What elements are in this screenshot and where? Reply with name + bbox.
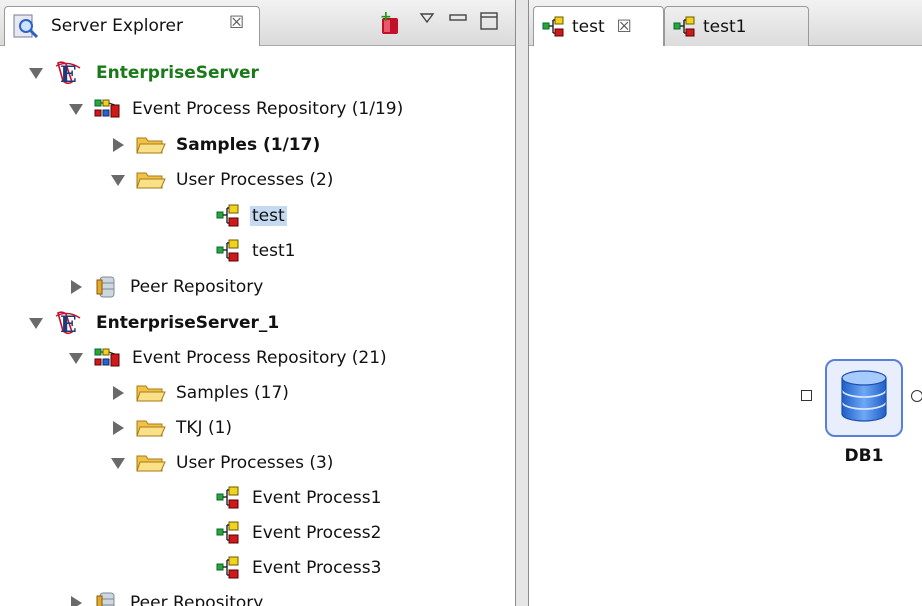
peer-repository-icon <box>94 275 120 299</box>
editor-view: test ☒ test1 DB1 <box>528 0 922 606</box>
expanded-arrow-icon[interactable] <box>110 453 126 473</box>
folder-icon <box>136 134 166 156</box>
tab-test-label: test <box>572 16 605 37</box>
tree-item-label: Event Process3 <box>252 558 382 578</box>
tree-item-label: Event Process Repository (21) <box>132 348 387 368</box>
folder-icon <box>136 417 166 439</box>
output-port[interactable] <box>911 390 922 402</box>
server-explorer-view: Server Explorer ☒ + E EnterpriseServer E… <box>0 0 516 606</box>
tree-item-label: EnterpriseServer_1 <box>96 313 280 333</box>
tree-item[interactable]: Event Process1 <box>190 481 383 515</box>
tree-item[interactable]: Peer Repository <box>68 270 265 304</box>
event-process-icon <box>216 556 242 580</box>
database-icon <box>838 368 890 429</box>
tree-item[interactable]: Event Process3 <box>190 551 383 585</box>
tree-item[interactable]: E EnterpriseServer <box>28 56 261 90</box>
tree-item-label: Peer Repository <box>130 277 264 297</box>
collapsed-arrow-icon[interactable] <box>110 418 126 438</box>
folder-icon <box>136 452 166 474</box>
repository-icon <box>94 98 122 120</box>
server-explorer-header: Server Explorer ☒ + <box>0 0 515 46</box>
tree-item-label: Event Process2 <box>252 523 382 543</box>
tree-item[interactable]: Event Process Repository (21) <box>68 341 389 375</box>
svg-text:+: + <box>380 10 392 25</box>
view-menu-icon[interactable] <box>418 10 436 35</box>
folder-icon <box>136 382 166 404</box>
tab-test1[interactable]: test1 <box>664 6 809 46</box>
tree-item[interactable]: test1 <box>190 234 297 268</box>
repository-icon <box>94 347 122 369</box>
collapsed-arrow-icon[interactable] <box>110 135 126 155</box>
tree-item[interactable]: Samples (17) <box>110 376 291 410</box>
server-explorer-tab[interactable]: Server Explorer ☒ <box>4 6 260 46</box>
new-server-icon[interactable]: + <box>376 9 404 41</box>
tree-item[interactable]: Samples (1/17) <box>110 128 322 162</box>
tree-item-label: Event Process1 <box>252 488 382 508</box>
event-process-icon <box>216 204 242 228</box>
editor-tab-bar: test ☒ test1 <box>529 0 922 46</box>
expanded-arrow-icon[interactable] <box>28 313 44 333</box>
event-process-icon <box>216 521 242 545</box>
tab-test[interactable]: test ☒ <box>533 6 664 46</box>
collapsed-arrow-icon[interactable] <box>110 383 126 403</box>
input-port[interactable] <box>801 390 812 401</box>
tree-item[interactable]: Event Process Repository (1/19) <box>68 92 405 126</box>
maximize-icon[interactable] <box>478 10 500 37</box>
event-process-icon <box>216 239 242 263</box>
tree-item[interactable]: E EnterpriseServer_1 <box>28 306 281 340</box>
tree-item[interactable]: User Processes (3) <box>110 446 335 480</box>
tree-item[interactable]: test <box>190 199 287 233</box>
enterprise-server-icon: E <box>54 310 86 336</box>
close-tab-icon[interactable]: ☒ <box>617 17 632 37</box>
peer-repository-icon <box>94 591 120 606</box>
tree-item[interactable]: Event Process2 <box>190 516 383 550</box>
view-sash[interactable] <box>516 0 528 606</box>
db-node-label: DB1 <box>844 446 884 466</box>
expanded-arrow-icon[interactable] <box>110 170 126 190</box>
tree-item-label: test1 <box>252 241 296 261</box>
minimize-icon[interactable] <box>448 10 468 35</box>
tree-item-label: Peer Repository <box>130 593 264 606</box>
tree-item-label: User Processes (3) <box>176 453 334 473</box>
expanded-arrow-icon[interactable] <box>28 63 44 83</box>
tree-item-label: Samples (17) <box>176 383 289 403</box>
enterprise-server-icon: E <box>54 60 86 86</box>
event-process-icon <box>216 486 242 510</box>
expanded-arrow-icon[interactable] <box>68 99 84 119</box>
collapsed-arrow-icon[interactable] <box>68 277 84 297</box>
folder-icon <box>136 169 166 191</box>
tree-item-label: test <box>250 206 287 226</box>
event-process-icon <box>542 16 566 38</box>
server-explorer-icon <box>13 14 43 45</box>
expanded-arrow-icon[interactable] <box>68 348 84 368</box>
tree-item-label: EnterpriseServer <box>96 63 259 83</box>
close-tab-icon[interactable]: ☒ <box>229 13 244 33</box>
server-explorer-title: Server Explorer <box>51 16 183 36</box>
tree-item-label: Event Process Repository (1/19) <box>132 99 404 119</box>
tree-item-label: TKJ (1) <box>176 418 233 438</box>
db-node[interactable] <box>825 359 903 437</box>
tree-item[interactable]: TKJ (1) <box>110 411 234 445</box>
collapsed-arrow-icon[interactable] <box>68 593 84 606</box>
tree-item-label: User Processes (2) <box>176 170 334 190</box>
tree-item[interactable]: Peer Repository <box>68 586 265 606</box>
event-process-icon <box>673 16 697 38</box>
tab-test1-label: test1 <box>703 16 747 37</box>
process-canvas[interactable]: DB1 <box>529 46 922 606</box>
tree-item-label: Samples (1/17) <box>176 135 321 155</box>
tree-item[interactable]: User Processes (2) <box>110 163 335 197</box>
